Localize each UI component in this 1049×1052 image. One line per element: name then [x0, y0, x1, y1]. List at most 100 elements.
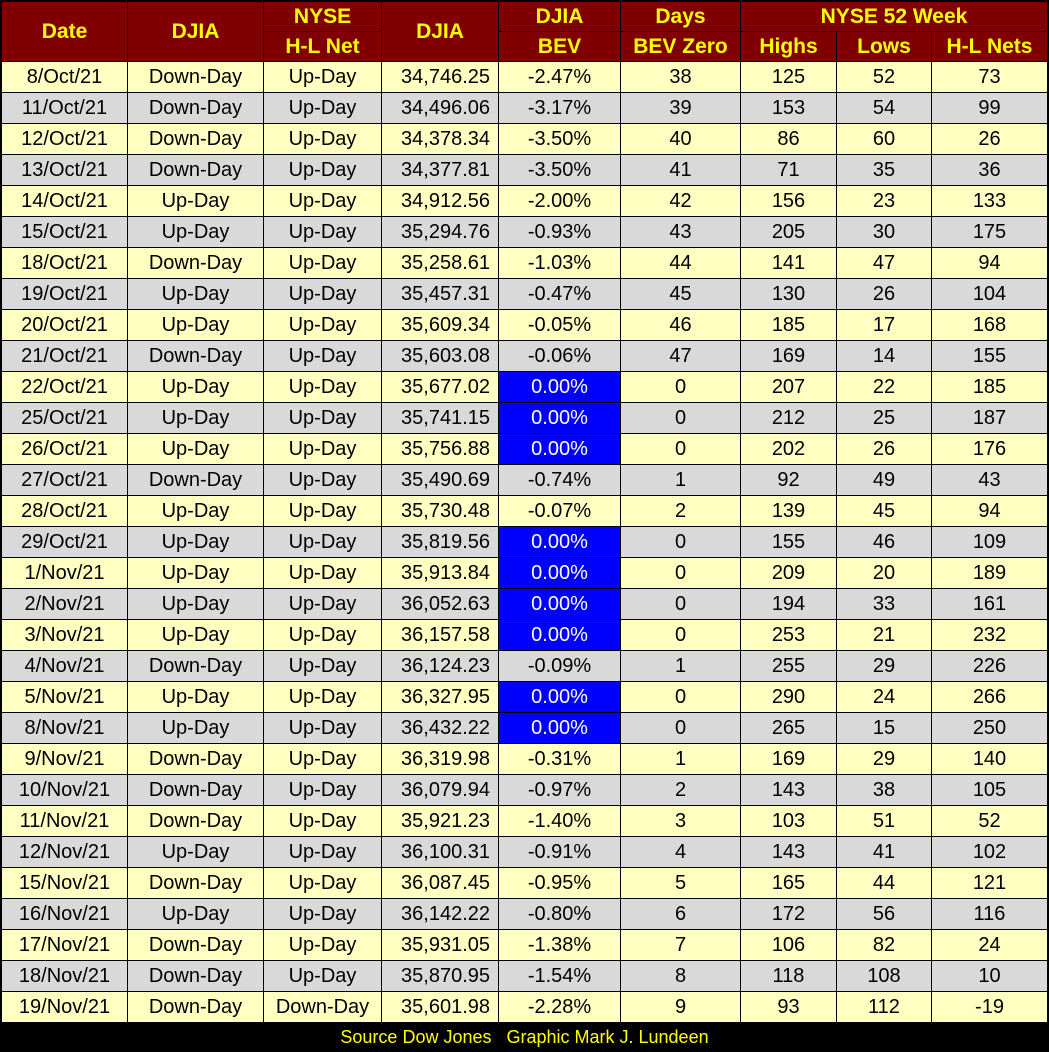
djia-direction-cell: Up-Day [127, 371, 264, 403]
table-row: 18/Oct/21 Down-Day Up-Day 35,258.61 -1.03% 44… [1, 247, 1048, 279]
hl-nets-cell: 226 [931, 650, 1048, 682]
date-cell: 19/Oct/21 [1, 278, 128, 310]
hl-nets-cell: 36 [931, 154, 1048, 186]
table-row: 17/Nov/21 Down-Day Up-Day 35,931.05 -1.38% 7 1… [1, 929, 1048, 961]
date-cell: 22/Oct/21 [1, 371, 128, 403]
lows-cell: 26 [836, 278, 932, 310]
table-row: 20/Oct/21 Up-Day Up-Day 35,609.34 -0.05% 46 18… [1, 309, 1048, 341]
djia-close-cell: 35,294.76 [381, 216, 499, 248]
djia-close-cell: 36,142.22 [381, 898, 499, 930]
bev-cell: -1.03% [498, 247, 621, 279]
highs-cell: 209 [740, 557, 837, 589]
nyse-direction-cell: Up-Day [263, 836, 382, 868]
highs-cell: 118 [740, 960, 837, 992]
header-djia-close: DJIA [381, 1, 499, 62]
nyse-direction-cell: Up-Day [263, 402, 382, 434]
djia-direction-cell: Down-Day [127, 929, 264, 961]
nyse-direction-cell: Up-Day [263, 557, 382, 589]
days-bev-zero-cell: 8 [620, 960, 741, 992]
hl-nets-cell: 102 [931, 836, 1048, 868]
djia-close-cell: 35,490.69 [381, 464, 499, 496]
nyse-direction-cell: Down-Day [263, 991, 382, 1023]
nyse-direction-cell: Up-Day [263, 309, 382, 341]
days-bev-zero-cell: 1 [620, 650, 741, 682]
date-cell: 18/Oct/21 [1, 247, 128, 279]
days-bev-zero-cell: 0 [620, 371, 741, 403]
highs-cell: 169 [740, 340, 837, 372]
hl-nets-cell: 105 [931, 774, 1048, 806]
djia-direction-cell: Down-Day [127, 743, 264, 775]
table-row: 3/Nov/21 Up-Day Up-Day 36,157.58 0.00% 0 253 21… [1, 619, 1048, 651]
table-row: 22/Oct/21 Up-Day Up-Day 35,677.02 0.00% 0 207 2… [1, 371, 1048, 403]
table-row: 5/Nov/21 Up-Day Up-Day 36,327.95 0.00% 0 290 24… [1, 681, 1048, 713]
hl-nets-cell: 26 [931, 123, 1048, 155]
date-cell: 4/Nov/21 [1, 650, 128, 682]
date-cell: 10/Nov/21 [1, 774, 128, 806]
bev-cell: -0.97% [498, 774, 621, 806]
highs-cell: 169 [740, 743, 837, 775]
highs-cell: 207 [740, 371, 837, 403]
bev-cell: -0.74% [498, 464, 621, 496]
hl-nets-cell: -19 [931, 991, 1048, 1023]
djia-close-cell: 35,603.08 [381, 340, 499, 372]
djia-close-cell: 35,601.98 [381, 991, 499, 1023]
djia-direction-cell: Up-Day [127, 557, 264, 589]
nyse-direction-cell: Up-Day [263, 92, 382, 124]
nyse-direction-cell: Up-Day [263, 464, 382, 496]
djia-close-cell: 34,378.34 [381, 123, 499, 155]
table-row: 12/Nov/21 Up-Day Up-Day 36,100.31 -0.91% 4 143… [1, 836, 1048, 868]
djia-close-cell: 35,913.84 [381, 557, 499, 589]
djia-close-cell: 35,730.48 [381, 495, 499, 527]
bev-cell: 0.00% [498, 371, 621, 403]
table-row: 25/Oct/21 Up-Day Up-Day 35,741.15 0.00% 0 212 2… [1, 402, 1048, 434]
header-nets: H-L Nets [931, 31, 1048, 62]
djia-close-cell: 36,319.98 [381, 743, 499, 775]
days-bev-zero-cell: 6 [620, 898, 741, 930]
djia-close-cell: 34,746.25 [381, 61, 499, 93]
table-row: 12/Oct/21 Down-Day Up-Day 34,378.34 -3.50% 40… [1, 123, 1048, 155]
highs-cell: 212 [740, 402, 837, 434]
djia-direction-cell: Down-Day [127, 805, 264, 837]
bev-cell: -0.47% [498, 278, 621, 310]
lows-cell: 54 [836, 92, 932, 124]
lows-cell: 26 [836, 433, 932, 465]
lows-cell: 82 [836, 929, 932, 961]
djia-direction-cell: Up-Day [127, 433, 264, 465]
date-cell: 3/Nov/21 [1, 619, 128, 651]
nyse-direction-cell: Up-Day [263, 495, 382, 527]
bev-cell: -3.50% [498, 123, 621, 155]
highs-cell: 153 [740, 92, 837, 124]
bev-cell: 0.00% [498, 526, 621, 558]
nyse-direction-cell: Up-Day [263, 929, 382, 961]
nyse-direction-cell: Up-Day [263, 61, 382, 93]
table-row: 19/Oct/21 Up-Day Up-Day 35,457.31 -0.47% 45 13… [1, 278, 1048, 310]
days-bev-zero-cell: 38 [620, 61, 741, 93]
djia-direction-cell: Down-Day [127, 867, 264, 899]
hl-nets-cell: 161 [931, 588, 1048, 620]
djia-close-cell: 36,052.63 [381, 588, 499, 620]
hl-nets-cell: 24 [931, 929, 1048, 961]
lows-cell: 41 [836, 836, 932, 868]
nyse-direction-cell: Up-Day [263, 805, 382, 837]
bev-cell: -0.80% [498, 898, 621, 930]
bev-cell: 0.00% [498, 433, 621, 465]
table-row: 2/Nov/21 Up-Day Up-Day 36,052.63 0.00% 0 194 33… [1, 588, 1048, 620]
djia-close-cell: 35,756.88 [381, 433, 499, 465]
bev-cell: -0.31% [498, 743, 621, 775]
days-bev-zero-cell: 47 [620, 340, 741, 372]
djia-direction-cell: Down-Day [127, 123, 264, 155]
days-bev-zero-cell: 39 [620, 92, 741, 124]
nyse-direction-cell: Up-Day [263, 185, 382, 217]
lows-cell: 24 [836, 681, 932, 713]
highs-cell: 265 [740, 712, 837, 744]
table-row: 27/Oct/21 Down-Day Up-Day 35,490.69 -0.74% 1 9… [1, 464, 1048, 496]
bev-cell: -1.54% [498, 960, 621, 992]
date-cell: 29/Oct/21 [1, 526, 128, 558]
header-nyse-top: NYSE [263, 1, 382, 32]
lows-cell: 51 [836, 805, 932, 837]
highs-cell: 143 [740, 836, 837, 868]
lows-cell: 23 [836, 185, 932, 217]
date-cell: 28/Oct/21 [1, 495, 128, 527]
nyse-direction-cell: Up-Day [263, 960, 382, 992]
date-cell: 25/Oct/21 [1, 402, 128, 434]
